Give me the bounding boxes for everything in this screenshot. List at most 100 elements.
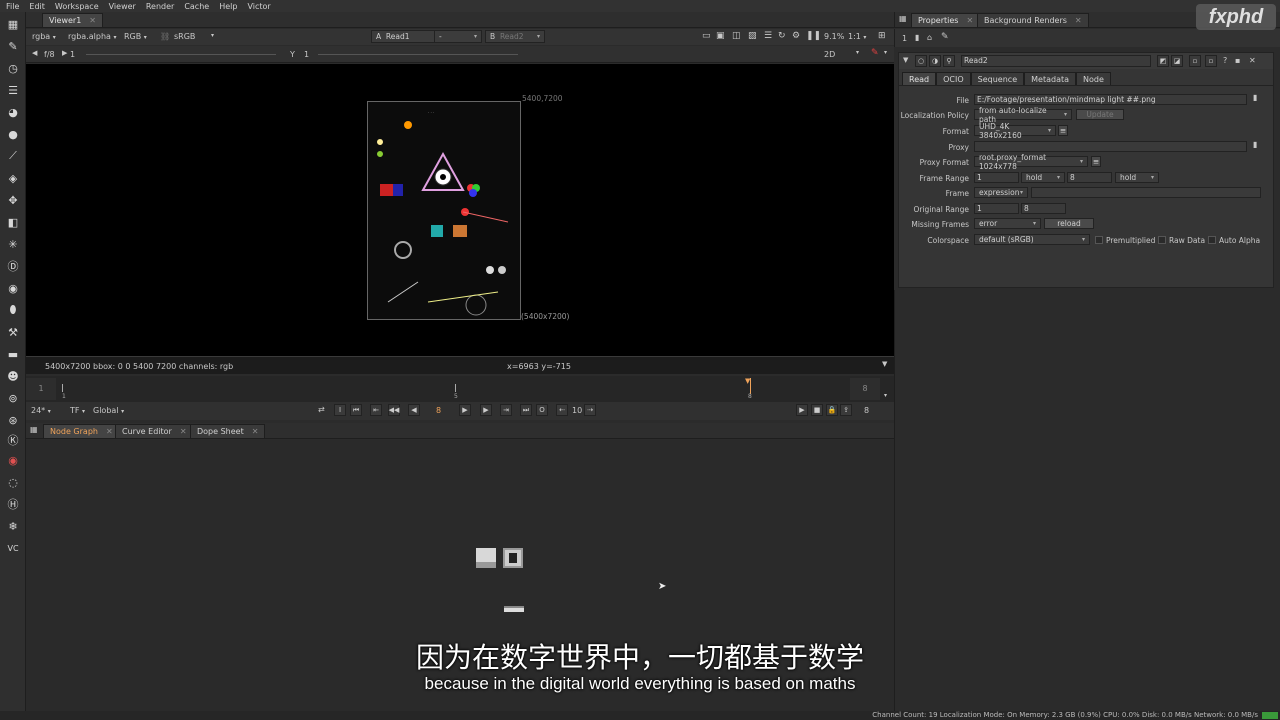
- subtab-metadata[interactable]: Metadata: [1024, 72, 1077, 85]
- format-edit-icon[interactable]: ≡: [1058, 125, 1068, 136]
- clipping-icon[interactable]: ▣: [716, 31, 725, 41]
- rewind-icon[interactable]: ◀◀: [388, 404, 400, 416]
- tab-viewer1[interactable]: Viewer1 ✕: [42, 13, 103, 27]
- pin-icon[interactable]: ▮: [915, 33, 919, 42]
- timeline-end-field[interactable]: 8: [850, 378, 880, 400]
- views-icon[interactable]: ◉: [5, 280, 21, 296]
- lock-icon[interactable]: 🔒: [826, 404, 838, 416]
- proxy-format-dropdown[interactable]: root.proxy_format 1024x778 ▾: [974, 153, 1088, 171]
- frame-mode-dropdown[interactable]: expression ▾: [974, 187, 1028, 198]
- read-node-1[interactable]: [476, 548, 496, 568]
- proxy-field[interactable]: [974, 141, 1247, 152]
- max-panels-field[interactable]: 1: [902, 34, 907, 43]
- channel-icon[interactable]: ☰: [5, 82, 21, 98]
- input-b-dropdown[interactable]: B Read2 ▾: [485, 30, 545, 43]
- float-panel-icon[interactable]: ▪: [1235, 56, 1240, 65]
- float-icon[interactable]: ▫: [1205, 55, 1217, 67]
- timeline-start-field[interactable]: 1: [26, 378, 56, 400]
- last-frame-icon[interactable]: ⏭: [520, 404, 532, 416]
- out-point-icon[interactable]: O: [536, 404, 548, 416]
- frame-range-start[interactable]: 1: [974, 172, 1019, 183]
- chevron-down-icon[interactable]: ▾: [856, 49, 859, 56]
- step-forward-icon[interactable]: ▶: [480, 404, 492, 416]
- gain-slider[interactable]: [86, 54, 276, 55]
- step-back-icon[interactable]: ◀: [408, 404, 420, 416]
- metadata-icon[interactable]: ⬮: [5, 302, 21, 318]
- pause-icon[interactable]: ❚❚: [806, 31, 821, 41]
- pane-menu-icon[interactable]: ▦: [30, 425, 38, 434]
- subtab-node[interactable]: Node: [1076, 72, 1111, 85]
- fstop-value[interactable]: f/8: [44, 50, 55, 59]
- particles-icon[interactable]: ✳: [5, 236, 21, 252]
- roi-icon[interactable]: ▭: [702, 31, 711, 41]
- subtab-sequence[interactable]: Sequence: [970, 72, 1025, 85]
- prev-key-icon[interactable]: ⇤: [370, 404, 382, 416]
- fps-dropdown[interactable]: 24* ▾: [31, 406, 51, 415]
- vc-icon[interactable]: VC: [5, 540, 21, 556]
- play-icon[interactable]: ▶: [459, 404, 471, 416]
- skip-back-icon[interactable]: ⇠: [556, 404, 568, 416]
- first-frame-icon[interactable]: ⏮: [350, 404, 362, 416]
- tab-node-graph[interactable]: Node Graph ✕: [43, 424, 120, 438]
- close-icon[interactable]: ✕: [966, 16, 973, 25]
- close-icon[interactable]: ✕: [252, 427, 259, 436]
- close-icon[interactable]: ✕: [1075, 16, 1082, 25]
- gamma-slider[interactable]: [318, 54, 518, 55]
- lut-dropdown[interactable]: sRGB: [174, 32, 195, 41]
- export-icon[interactable]: ⇪: [840, 404, 852, 416]
- reload-button[interactable]: reload: [1044, 218, 1094, 229]
- menu-file[interactable]: File: [6, 2, 19, 11]
- after-dropdown[interactable]: hold ▾: [1115, 172, 1159, 183]
- grid-icon[interactable]: ▨: [748, 31, 757, 41]
- compare-op-dropdown[interactable]: - ▾: [434, 30, 482, 43]
- proxy-format-edit-icon[interactable]: ≡: [1091, 156, 1101, 167]
- keyer-icon[interactable]: ⟋: [5, 148, 21, 164]
- flipbook-icon[interactable]: ▶: [796, 404, 808, 416]
- question-icon[interactable]: ?: [1223, 56, 1227, 65]
- original-range-end[interactable]: 8: [1021, 203, 1066, 214]
- viewer-canvas[interactable]: 5400,7200 · · · (5400x7200): [26, 64, 894, 356]
- display-channels-dropdown[interactable]: RGB ▾: [124, 32, 147, 41]
- frame-expression-field[interactable]: [1031, 187, 1261, 198]
- tab-dope-sheet[interactable]: Dope Sheet ✕: [190, 424, 266, 438]
- draw-icon[interactable]: ✎: [5, 38, 21, 54]
- pane-menu-icon[interactable]: ▦: [899, 14, 907, 23]
- link-icon[interactable]: ⛓: [160, 32, 170, 41]
- chevron-down-icon[interactable]: ▾: [884, 49, 887, 56]
- tab-properties[interactable]: Properties ✕: [911, 13, 981, 27]
- toolsets-icon[interactable]: ⚒: [5, 324, 21, 340]
- revert-icon[interactable]: ▫: [1189, 55, 1201, 67]
- k-icon[interactable]: Ⓚ: [5, 432, 21, 448]
- colorspace-dropdown[interactable]: default (sRGB) ▾: [974, 234, 1090, 245]
- help-icon[interactable]: ⚲: [943, 55, 955, 67]
- gain-value[interactable]: 1: [70, 50, 75, 59]
- skip-forward-icon[interactable]: ⇢: [584, 404, 596, 416]
- original-range-start[interactable]: 1: [974, 203, 1019, 214]
- gpu-icon[interactable]: ⚙: [792, 31, 800, 41]
- pixel-icon[interactable]: ⊞: [878, 31, 886, 41]
- transform-icon[interactable]: ✥: [5, 192, 21, 208]
- read-node-2[interactable]: [503, 548, 523, 568]
- collapse-icon[interactable]: ▼: [903, 56, 908, 64]
- close-icon[interactable]: ✕: [89, 16, 96, 25]
- step-increment[interactable]: 10: [572, 406, 582, 415]
- chevron-down-icon[interactable]: ▾: [211, 32, 214, 39]
- record-icon[interactable]: ◉: [5, 452, 21, 468]
- lock-icon[interactable]: ⌂: [927, 33, 932, 42]
- menu-victor[interactable]: Victor: [247, 2, 270, 11]
- cycle-icon[interactable]: ◌: [5, 474, 21, 490]
- file-field[interactable]: E:/Footage/presentation/mindmap light ##…: [974, 94, 1247, 105]
- filter-icon[interactable]: ●: [5, 126, 21, 142]
- list-icon[interactable]: ☰: [764, 31, 772, 41]
- menu-help[interactable]: Help: [219, 2, 237, 11]
- 3d-icon[interactable]: ◧: [5, 214, 21, 230]
- chevron-down-icon[interactable]: ▾: [884, 392, 887, 399]
- playhead-marker-icon[interactable]: ▼: [745, 377, 750, 385]
- edit-icon[interactable]: ✎: [941, 32, 949, 42]
- gamma-value[interactable]: 1: [304, 50, 309, 59]
- snowflake-icon[interactable]: ❄: [5, 518, 21, 534]
- menu-edit[interactable]: Edit: [29, 2, 45, 11]
- folder-icon[interactable]: ▮: [1253, 140, 1257, 149]
- gizmo-icon[interactable]: ⊛: [5, 412, 21, 428]
- next-key-icon[interactable]: ⇥: [500, 404, 512, 416]
